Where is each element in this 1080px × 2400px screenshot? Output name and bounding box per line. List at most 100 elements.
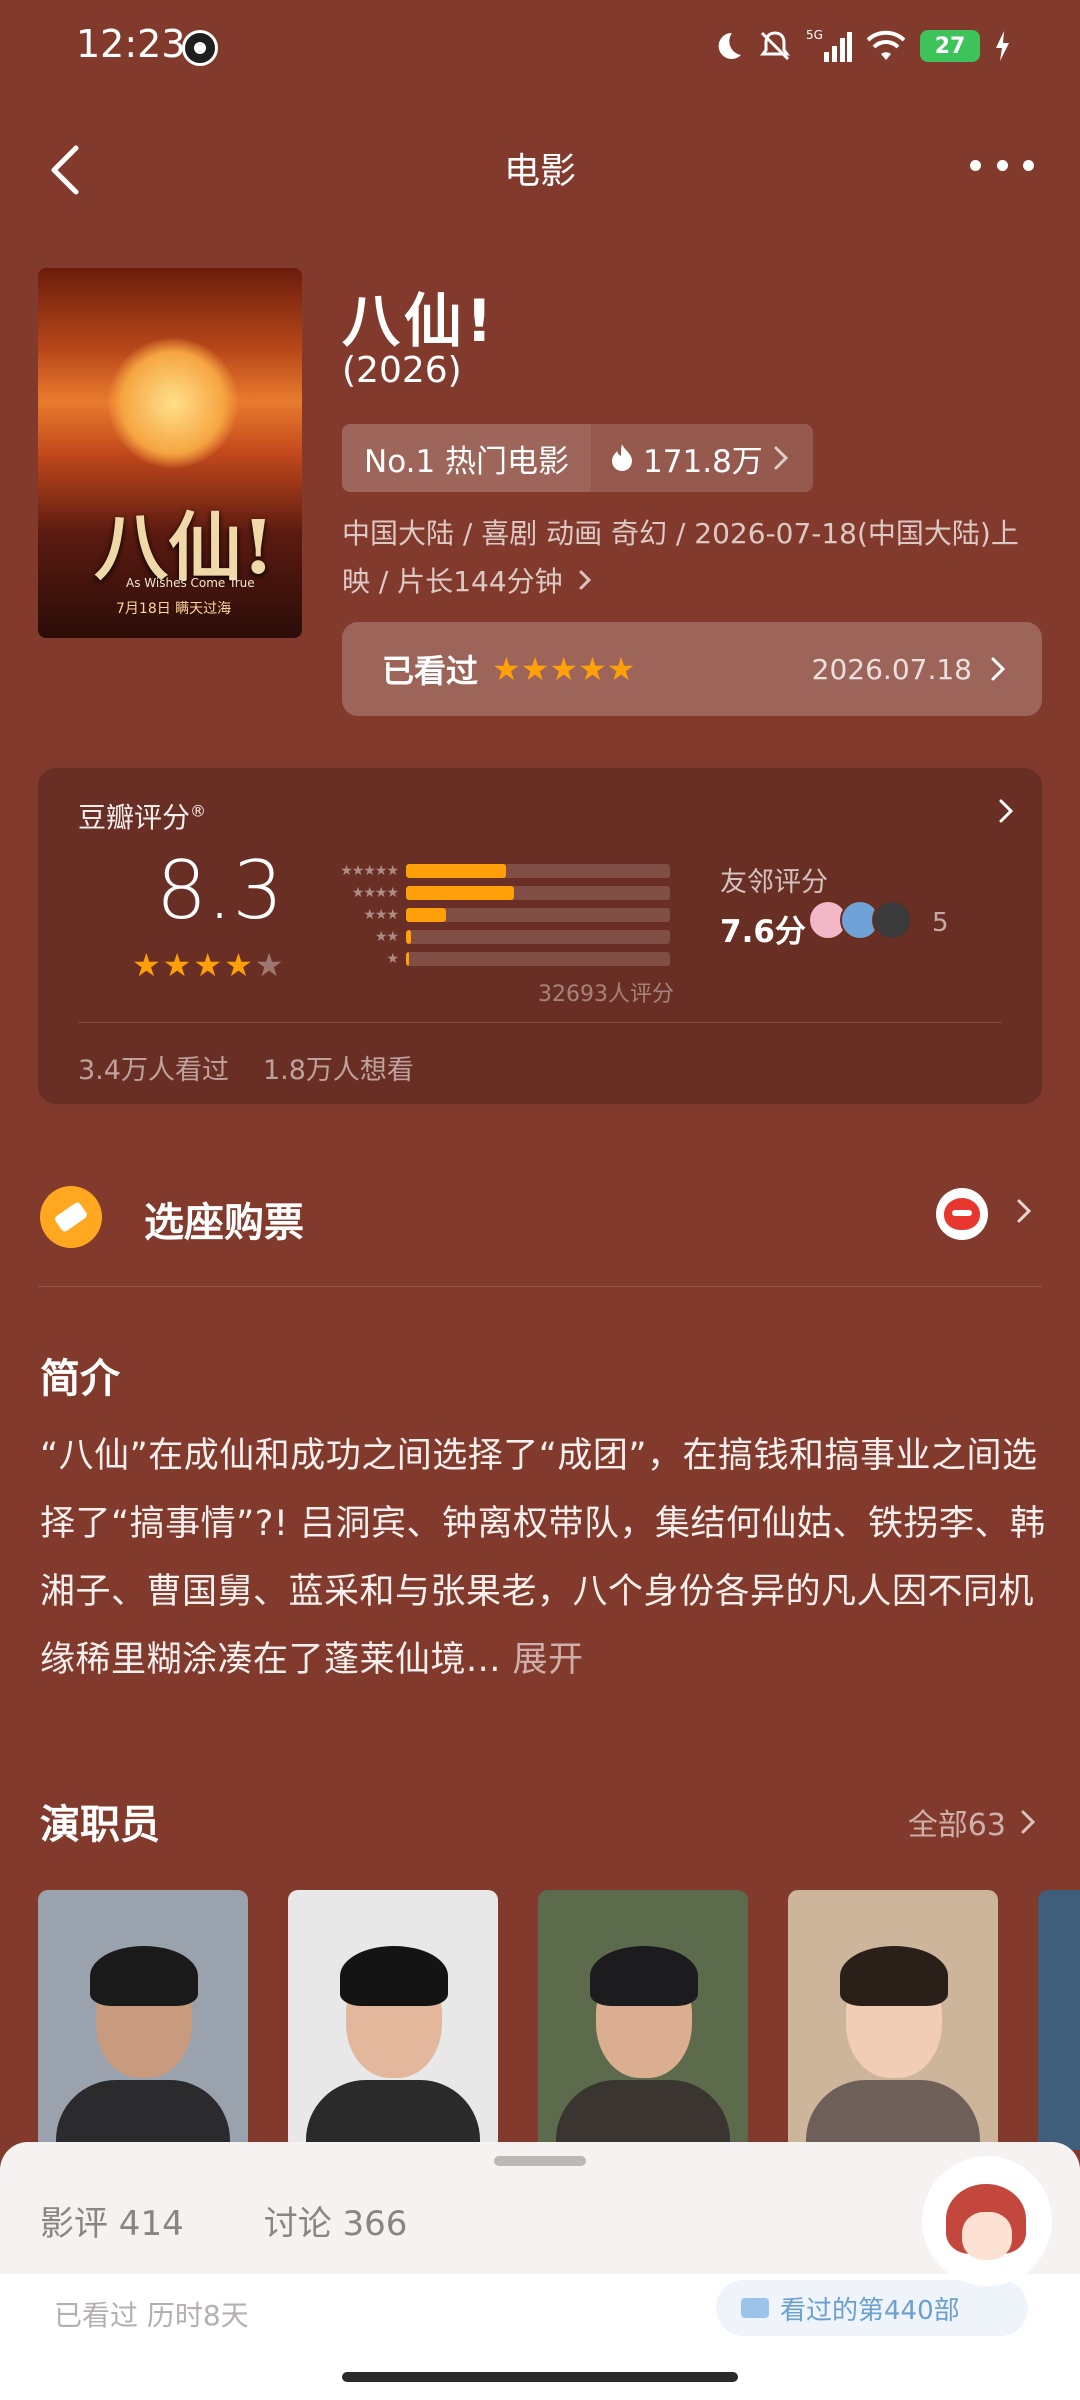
- rating-footer: 3.4万人看过 1.8万人想看: [78, 1048, 414, 1087]
- rating-bar-stars: ★★★★★: [340, 863, 399, 879]
- chevron-right-icon[interactable]: [1016, 1198, 1032, 1224]
- cast-photo[interactable]: [288, 1890, 498, 2150]
- rating-stars: ★★★★★: [132, 946, 285, 984]
- watched-date: 2026.07.18: [811, 652, 972, 686]
- synopsis-title: 简介: [40, 1356, 120, 1402]
- watched-stars: ★★★★★: [492, 650, 636, 688]
- expand-link[interactable]: 展开: [513, 1640, 584, 1680]
- rating-bar-track: [406, 864, 670, 878]
- movie-year: (2026): [342, 350, 462, 391]
- maoyan-cat-icon: [936, 1188, 988, 1240]
- rating-bar-stars: ★: [386, 951, 399, 967]
- rating-bar-stars: ★★★★: [351, 885, 399, 901]
- status-time: 12:23: [76, 22, 186, 66]
- rating-bar-fill: [406, 864, 507, 878]
- cast-photo[interactable]: [1038, 1890, 1080, 2150]
- chevron-right-icon: [991, 657, 1006, 681]
- rating-distribution: ★★★★★ ★★★★ ★★★ ★★ ★: [310, 860, 670, 970]
- rating-count: 32693人评分: [538, 982, 674, 1007]
- rank-label: No.1 热门电影: [342, 424, 592, 492]
- synopsis-text: “八仙”在成仙和成功之间选择了“成团”，在搞钱和搞事业之间选择了“搞事情”?! …: [40, 1422, 1050, 1694]
- rating-bar-row: ★★★: [310, 904, 670, 926]
- network-label: 5G: [806, 28, 823, 42]
- qq-icon: [182, 30, 218, 66]
- divider: [38, 1286, 1042, 1287]
- watched-label: 已看过: [382, 652, 479, 690]
- sheet-tabs: 影评 414 讨论 366: [40, 2196, 407, 2245]
- rating-label-mark: ®: [190, 801, 207, 821]
- want-count[interactable]: 1.8万人想看: [263, 1048, 414, 1087]
- charging-icon: [996, 31, 1009, 61]
- cast-all-link[interactable]: 全部63: [908, 1800, 1036, 1844]
- watched-bar[interactable]: 已看过 ★★★★★ 2026.07.18: [342, 622, 1042, 716]
- wifi-icon: [866, 30, 906, 60]
- rating-stars-empty: ★: [254, 946, 286, 984]
- watched-count[interactable]: 3.4万人看过: [78, 1048, 229, 1087]
- friend-count: 5: [932, 908, 949, 938]
- cast-title: 演职员: [40, 1802, 160, 1848]
- chevron-right-icon: [579, 570, 591, 590]
- chevron-right-icon: [1021, 1810, 1036, 1834]
- poster-date-text: 7月18日 瞒天过海: [116, 601, 232, 617]
- chevron-right-icon[interactable]: [998, 798, 1014, 824]
- tab-reviews[interactable]: 影评 414: [40, 2196, 184, 2245]
- rating-bar-fill: [406, 908, 446, 922]
- heat-badge: 171.8万: [591, 424, 813, 492]
- rating-card[interactable]: 豆瓣评分® 8.3 ★★★★★ ★★★★★ ★★★★ ★★★ ★★ ★ 32693人评分…: [38, 768, 1042, 1104]
- drag-handle[interactable]: [494, 2156, 586, 2166]
- rating-bar-track: [406, 952, 670, 966]
- friend-rating-score: 7.6分: [720, 914, 806, 950]
- rating-score: 8.3: [156, 844, 284, 937]
- signal-icon: 5G: [806, 28, 852, 62]
- chevron-right-icon: [774, 446, 788, 470]
- bell-off-icon: [760, 31, 790, 61]
- moon-icon: [718, 32, 741, 59]
- poster-subtitle-text: As Wishes Come True: [126, 576, 255, 590]
- film-icon: [741, 2298, 769, 2318]
- mascot-avatar-icon[interactable]: [922, 2156, 1052, 2286]
- home-indicator[interactable]: [342, 2372, 738, 2382]
- tab-discussion[interactable]: 讨论 366: [264, 2196, 408, 2245]
- cast-photo[interactable]: [538, 1890, 748, 2150]
- cast-photo[interactable]: [788, 1890, 998, 2150]
- rating-bar-row: ★★★★: [310, 882, 670, 904]
- rating-bar-track: [406, 886, 670, 900]
- rating-bar-fill: [406, 886, 515, 900]
- poster-sun: [108, 338, 238, 468]
- rating-bar-stars: ★★★: [363, 907, 399, 923]
- rating-bar-stars: ★★: [374, 929, 399, 945]
- page-title: 电影: [503, 151, 576, 192]
- movie-meta-text: 中国大陆 / 喜剧 动画 奇幻 / 2026-07-18(中国大陆)上映 / 片…: [342, 517, 1019, 598]
- rating-label: 豆瓣评分®: [78, 796, 206, 836]
- heat-value: 171.8万: [643, 443, 763, 480]
- rating-bar-row: ★★: [310, 926, 670, 948]
- rating-bar-track: [406, 908, 670, 922]
- rating-bar-fill: [406, 952, 410, 966]
- battery-icon: 27: [920, 30, 980, 62]
- movie-poster[interactable]: 八仙! As Wishes Come True 7月18日 瞒天过海: [38, 268, 302, 638]
- divider: [78, 1022, 1002, 1023]
- bottom-sheet[interactable]: 影评 414 讨论 366 已看过 历时8天 看过的第440部: [0, 2142, 1080, 2400]
- flame-icon: [612, 444, 633, 471]
- rating-bar-track: [406, 930, 670, 944]
- rating-bar-row: ★★★★★: [310, 860, 670, 882]
- more-icon[interactable]: [970, 150, 1034, 180]
- rating-label-text: 豆瓣评分: [78, 801, 191, 834]
- rating-bar-fill: [406, 930, 412, 944]
- movie-meta[interactable]: 中国大陆 / 喜剧 动画 奇幻 / 2026-07-18(中国大陆)上映 / 片…: [342, 510, 1042, 606]
- watched-count-pill[interactable]: 看过的第440部: [716, 2280, 1028, 2336]
- battery-level: 27: [934, 33, 966, 59]
- ticket-label[interactable]: 选座购票: [144, 1190, 304, 1248]
- friend-rating-label: 友邻评分: [720, 867, 828, 898]
- rating-bar-row: ★: [310, 948, 670, 970]
- cast-all-label: 全部63: [907, 1808, 1006, 1843]
- cast-list: [38, 1890, 1080, 2150]
- rating-stars-full: ★★★★: [132, 946, 255, 984]
- ticket-icon: [40, 1186, 102, 1248]
- cast-photo[interactable]: [38, 1890, 248, 2150]
- watched-duration: 已看过 历时8天: [54, 2299, 249, 2332]
- movie-title: 八仙!: [342, 287, 497, 355]
- rank-pill[interactable]: No.1 热门电影 171.8万: [342, 424, 813, 492]
- status-icons: 5G 27: [710, 24, 1010, 68]
- friend-avatars[interactable]: [808, 900, 912, 940]
